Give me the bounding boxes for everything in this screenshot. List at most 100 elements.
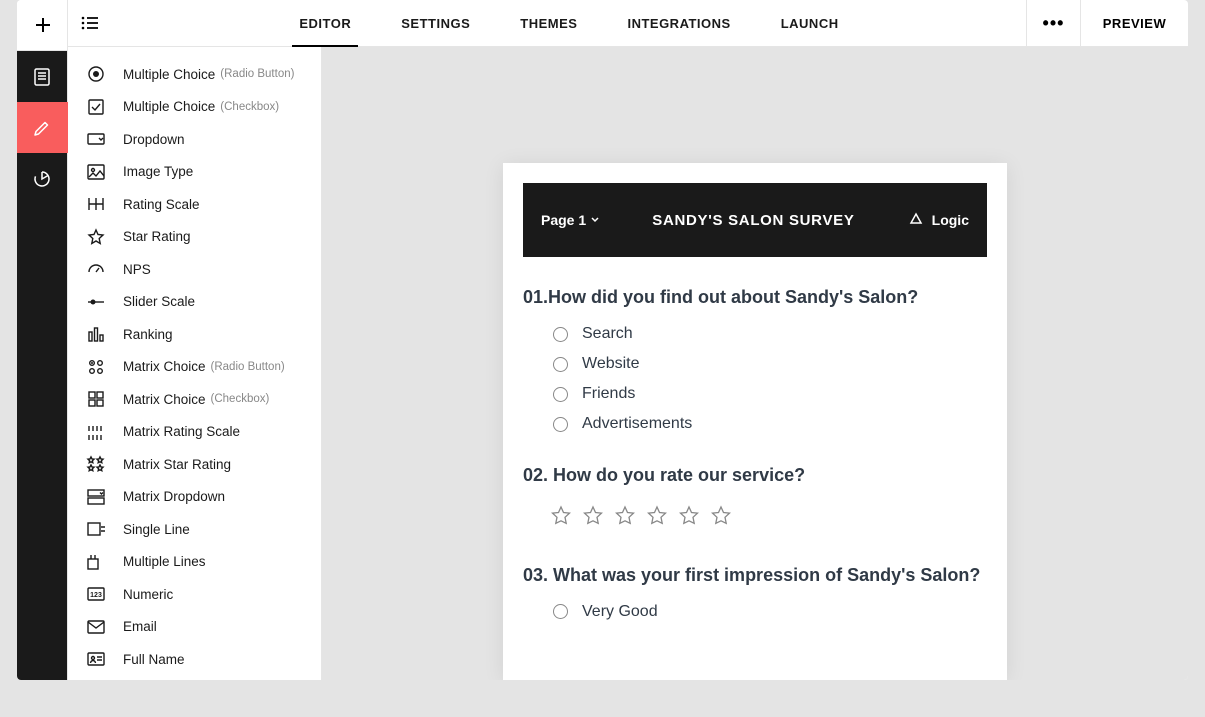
page-selector[interactable]: Page 1	[541, 212, 599, 228]
radio-icon	[553, 357, 568, 372]
star-icon	[581, 504, 605, 533]
palette-fullname[interactable]: Full Name	[68, 643, 321, 676]
palette-single-line[interactable]: Single Line	[68, 513, 321, 546]
rail-edit-button[interactable]	[17, 102, 68, 153]
answer-option[interactable]: Friends	[553, 385, 987, 403]
star-icon	[709, 504, 733, 533]
star-icon	[549, 504, 573, 533]
palette-label: Matrix Choice	[123, 359, 206, 374]
preview-button[interactable]: PREVIEW	[1080, 0, 1188, 46]
rail-reports-button[interactable]	[17, 153, 68, 204]
matrix-radio-icon	[86, 357, 106, 377]
palette-gauge[interactable]: NPS	[68, 253, 321, 286]
palette-ranking[interactable]: Ranking	[68, 318, 321, 351]
palette-label: Single Line	[123, 522, 190, 537]
question-number: 02.	[523, 465, 553, 485]
matrix-check-icon	[86, 389, 106, 409]
matrix-rating-icon	[86, 422, 106, 442]
option-label: Search	[582, 325, 633, 343]
question-title: 02. How do you rate our service?	[523, 463, 987, 487]
rail-pages-button[interactable]	[17, 51, 68, 102]
answer-option[interactable]: Search	[553, 325, 987, 343]
page-label: Page 1	[541, 212, 586, 228]
star-rating-input[interactable]	[523, 504, 987, 533]
toggle-palette-button[interactable]	[68, 0, 112, 46]
canvas: Page 1 SANDY'S SALON SURVEY Logic 01.How…	[322, 47, 1188, 680]
palette-label: Email	[123, 619, 157, 634]
palette-image[interactable]: Image Type	[68, 156, 321, 189]
question-number: 01.	[523, 287, 548, 307]
palette-matrix-radio[interactable]: Matrix Choice (Radio Button)	[68, 351, 321, 384]
palette-checkbox[interactable]: Multiple Choice (Checkbox)	[68, 91, 321, 124]
palette-rating[interactable]: Rating Scale	[68, 188, 321, 221]
left-rail	[17, 0, 68, 680]
ranking-icon	[86, 324, 106, 344]
dropdown-icon	[86, 129, 106, 149]
palette-numeric[interactable]: 123 Numeric	[68, 578, 321, 611]
radio-icon	[86, 64, 106, 84]
palette-subtype: (Radio Button)	[211, 361, 285, 373]
answer-option[interactable]: Very Good	[553, 603, 987, 621]
more-button[interactable]: •••	[1026, 0, 1080, 46]
add-button[interactable]	[17, 0, 68, 51]
image-icon	[86, 162, 106, 182]
survey-title[interactable]: SANDY'S SALON SURVEY	[599, 212, 908, 229]
single-line-icon	[86, 519, 106, 539]
tab-settings[interactable]: SETTINGS	[401, 0, 470, 46]
palette-email[interactable]: Email	[68, 611, 321, 644]
radio-icon	[553, 327, 568, 342]
question[interactable]: 03. What was your first impression of Sa…	[523, 563, 987, 621]
palette-label: Matrix Dropdown	[123, 489, 225, 504]
numeric-icon: 123	[86, 584, 106, 604]
page-icon	[32, 67, 52, 87]
palette-radio[interactable]: Multiple Choice(Radio Button)	[68, 58, 321, 91]
radio-icon	[553, 417, 568, 432]
palette-star[interactable]: Star Rating	[68, 221, 321, 254]
pie-chart-icon	[32, 169, 52, 189]
tab-editor[interactable]: EDITOR	[299, 0, 351, 46]
question[interactable]: 02. How do you rate our service?	[523, 463, 987, 532]
answer-option[interactable]: Advertisements	[553, 415, 987, 433]
answer-option[interactable]: Website	[553, 355, 987, 373]
svg-text:123: 123	[90, 592, 102, 599]
option-label: Advertisements	[582, 415, 692, 433]
palette-subtype: (Radio Button)	[220, 68, 294, 80]
question-palette: Multiple Choice(Radio Button)Multiple Ch…	[68, 47, 322, 680]
palette-matrix-rating[interactable]: Matrix Rating Scale	[68, 416, 321, 449]
survey-header: Page 1 SANDY'S SALON SURVEY Logic	[523, 183, 987, 257]
palette-label: Matrix Choice	[123, 392, 206, 407]
palette-label: NPS	[123, 262, 151, 277]
logic-label: Logic	[932, 212, 969, 228]
palette-matrix-dropdown[interactable]: Matrix Dropdown	[68, 481, 321, 514]
app-window: EDITOR SETTINGS THEMES INTEGRATIONS LAUNCH •…	[17, 0, 1188, 680]
palette-dropdown[interactable]: Dropdown	[68, 123, 321, 156]
palette-subtype: (Checkbox)	[220, 101, 279, 113]
checkbox-icon	[86, 97, 106, 117]
option-label: Website	[582, 355, 640, 373]
pencil-icon	[32, 118, 52, 138]
question-title: 01.How did you find out about Sandy's Sa…	[523, 285, 987, 309]
tab-launch[interactable]: LAUNCH	[781, 0, 839, 46]
palette-multi-line[interactable]: Multiple Lines	[68, 546, 321, 579]
radio-icon	[553, 387, 568, 402]
palette-slider[interactable]: Slider Scale	[68, 286, 321, 319]
matrix-dropdown-icon	[86, 487, 106, 507]
palette-label: Ranking	[123, 327, 173, 342]
tab-integrations[interactable]: INTEGRATIONS	[627, 0, 730, 46]
star-icon	[613, 504, 637, 533]
logic-button[interactable]: Logic	[908, 212, 969, 228]
fullname-icon	[86, 649, 106, 669]
ellipsis-icon: •••	[1043, 13, 1065, 34]
main-area: EDITOR SETTINGS THEMES INTEGRATIONS LAUNCH •…	[68, 0, 1188, 680]
survey-body: 01.How did you find out about Sandy's Sa…	[503, 257, 1007, 621]
question[interactable]: 01.How did you find out about Sandy's Sa…	[523, 285, 987, 433]
tab-themes[interactable]: THEMES	[520, 0, 577, 46]
palette-label: Star Rating	[123, 229, 191, 244]
list-icon	[81, 16, 99, 30]
palette-label: Dropdown	[123, 132, 185, 147]
palette-label: Numeric	[123, 587, 173, 602]
palette-matrix-star[interactable]: Matrix Star Rating	[68, 448, 321, 481]
palette-label: Multiple Choice	[123, 99, 215, 114]
palette-label: Image Type	[123, 164, 193, 179]
palette-matrix-check[interactable]: Matrix Choice(Checkbox)	[68, 383, 321, 416]
